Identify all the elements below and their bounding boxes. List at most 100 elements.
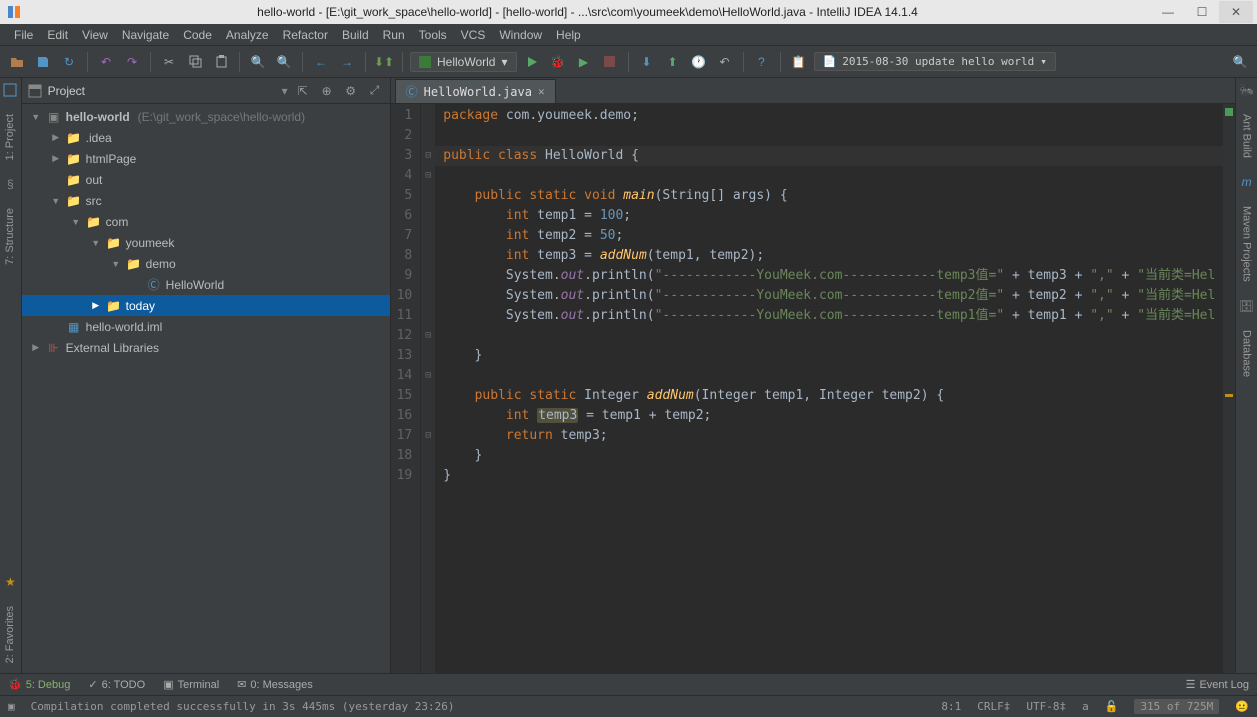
open-icon[interactable] <box>6 51 28 73</box>
debug-icon[interactable]: 🐞 <box>547 51 569 73</box>
ant-tool-tab[interactable]: Ant Build <box>1241 110 1253 162</box>
database-icon[interactable]: 🗄 <box>1239 298 1255 314</box>
gear-icon[interactable]: ⚙ <box>342 82 360 100</box>
tree-node-iml[interactable]: ▦ hello-world.iml <box>22 316 390 337</box>
menu-view[interactable]: View <box>76 26 114 44</box>
project-tool-icon[interactable] <box>2 82 18 98</box>
close-button[interactable]: ✕ <box>1219 1 1253 23</box>
project-view-icon[interactable] <box>28 84 42 98</box>
menu-file[interactable]: File <box>8 26 39 44</box>
forward-icon[interactable]: → <box>336 51 358 73</box>
run-config-label: HelloWorld <box>437 55 495 69</box>
find-icon[interactable]: 🔍 <box>247 51 269 73</box>
tool-windows-icon[interactable]: ▣ <box>8 700 15 713</box>
menu-window[interactable]: Window <box>493 26 548 44</box>
menu-tools[interactable]: Tools <box>413 26 453 44</box>
stop-icon[interactable] <box>599 51 621 73</box>
make-icon[interactable]: ⬇⬆ <box>373 51 395 73</box>
menu-build[interactable]: Build <box>336 26 375 44</box>
database-tool-tab[interactable]: Database <box>1241 326 1253 381</box>
run-icon[interactable] <box>521 51 543 73</box>
back-icon[interactable]: ← <box>310 51 332 73</box>
ant-icon[interactable]: 🐜 <box>1239 82 1255 98</box>
tree-node-external-libs[interactable]: ▶⊪ External Libraries <box>22 337 390 358</box>
code-editor[interactable]: 12345678910111213141516171819 ⊟⊟⊟⊟⊟ pack… <box>391 104 1236 673</box>
menu-navigate[interactable]: Navigate <box>116 26 175 44</box>
tree-node-src[interactable]: ▼📁 src <box>22 190 390 211</box>
cut-icon[interactable]: ✂ <box>158 51 180 73</box>
terminal-tab[interactable]: ▣ Terminal <box>163 678 219 691</box>
save-all-icon[interactable] <box>32 51 54 73</box>
tree-node-today[interactable]: ▶📁 today <box>22 295 390 316</box>
messages-tab[interactable]: ✉ 0: Messages <box>237 678 313 691</box>
error-stripe[interactable] <box>1223 104 1235 673</box>
tree-node-idea[interactable]: ▶📁 .idea <box>22 127 390 148</box>
changelist-icon[interactable]: 📋 <box>788 51 810 73</box>
structure-tool-tab[interactable]: 7: Structure <box>4 204 16 269</box>
memory-indicator[interactable]: 315 of 725M <box>1134 699 1219 714</box>
tree-root[interactable]: ▼ ▣ hello-world (E:\git_work_space\hello… <box>22 106 390 127</box>
menu-run[interactable]: Run <box>377 26 411 44</box>
tree-node-com[interactable]: ▼📁 com <box>22 211 390 232</box>
menubar: File Edit View Navigate Code Analyze Ref… <box>0 24 1257 46</box>
structure-tool-icon[interactable]: § <box>2 176 18 192</box>
statusbar: ▣ Compilation completed successfully in … <box>0 695 1257 717</box>
maven-icon[interactable]: m <box>1239 174 1255 190</box>
project-tree[interactable]: ▼ ▣ hello-world (E:\git_work_space\hello… <box>22 104 390 673</box>
tree-node-out[interactable]: 📁 out <box>22 169 390 190</box>
scroll-from-source-icon[interactable]: ⊕ <box>318 82 336 100</box>
menu-help[interactable]: Help <box>550 26 587 44</box>
menu-edit[interactable]: Edit <box>41 26 74 44</box>
help-icon[interactable]: ? <box>751 51 773 73</box>
redo-icon[interactable]: ↷ <box>121 51 143 73</box>
copy-icon[interactable] <box>184 51 206 73</box>
tree-node-youmeek[interactable]: ▼📁 youmeek <box>22 232 390 253</box>
vcs-commit-icon[interactable]: ⬆ <box>662 51 684 73</box>
hide-icon[interactable]: ⤢ <box>366 82 384 100</box>
undo-icon[interactable]: ↶ <box>95 51 117 73</box>
project-panel: Project ▾ ⇱ ⊕ ⚙ ⤢ ▼ ▣ hello-world (E:\gi… <box>22 78 391 673</box>
code-content[interactable]: package com.youmeek.demo; public class H… <box>435 104 1223 673</box>
paste-icon[interactable] <box>210 51 232 73</box>
event-log-tab[interactable]: ☰ Event Log <box>1186 678 1249 691</box>
file-encoding[interactable]: UTF-8‡ <box>1026 700 1066 713</box>
coverage-icon[interactable]: ▶ <box>573 51 595 73</box>
tree-node-htmlpage[interactable]: ▶📁 htmlPage <box>22 148 390 169</box>
collapse-all-icon[interactable]: ⇱ <box>294 82 312 100</box>
tree-node-helloworld-class[interactable]: Ⓒ HelloWorld <box>22 274 390 295</box>
debug-tab[interactable]: 🐞 5: Debug <box>8 678 70 691</box>
vcs-history-icon[interactable]: 🕐 <box>688 51 710 73</box>
vcs-revert-icon[interactable]: ↶ <box>714 51 736 73</box>
sync-icon[interactable]: ↻ <box>58 51 80 73</box>
editor-tab-helloworld[interactable]: Ⓒ HelloWorld.java ✕ <box>395 79 556 103</box>
project-tool-tab[interactable]: 1: Project <box>4 110 16 164</box>
caret-position[interactable]: 8:1 <box>941 700 961 713</box>
chevron-down-icon[interactable]: ▾ <box>282 84 288 98</box>
replace-icon[interactable]: 🔍 <box>273 51 295 73</box>
run-configuration-selector[interactable]: HelloWorld ▾ <box>410 52 517 72</box>
lock-icon[interactable]: 🔓 <box>1105 700 1119 713</box>
line-separator[interactable]: CRLF‡ <box>977 700 1010 713</box>
search-everywhere-icon[interactable]: 🔍 <box>1229 51 1251 73</box>
fold-gutter[interactable]: ⊟⊟⊟⊟⊟ <box>421 104 435 673</box>
todo-tab[interactable]: ✓ 6: TODO <box>88 678 145 691</box>
project-panel-title[interactable]: Project <box>48 84 276 98</box>
hector-icon[interactable]: 😐 <box>1235 700 1249 713</box>
warning-mark[interactable] <box>1225 394 1233 397</box>
menu-analyze[interactable]: Analyze <box>220 26 275 44</box>
git-branch[interactable]: a <box>1082 700 1089 713</box>
favorites-tool-tab[interactable]: 2: Favorites <box>4 602 16 667</box>
menu-refactor[interactable]: Refactor <box>277 26 334 44</box>
close-tab-icon[interactable]: ✕ <box>538 85 545 98</box>
vcs-update-icon[interactable]: ⬇ <box>636 51 658 73</box>
minimize-button[interactable]: — <box>1151 1 1185 23</box>
tree-node-demo[interactable]: ▼📁 demo <box>22 253 390 274</box>
maximize-button[interactable]: ☐ <box>1185 1 1219 23</box>
favorites-star-icon[interactable]: ★ <box>2 574 18 590</box>
chevron-down-icon: ▾ <box>501 55 507 69</box>
changelist-selector[interactable]: 📄 2015-08-30 update hello world ▾ <box>814 52 1056 71</box>
menu-code[interactable]: Code <box>177 26 218 44</box>
editor-tab-label: HelloWorld.java <box>424 85 532 99</box>
menu-vcs[interactable]: VCS <box>455 26 492 44</box>
maven-tool-tab[interactable]: Maven Projects <box>1241 202 1253 286</box>
